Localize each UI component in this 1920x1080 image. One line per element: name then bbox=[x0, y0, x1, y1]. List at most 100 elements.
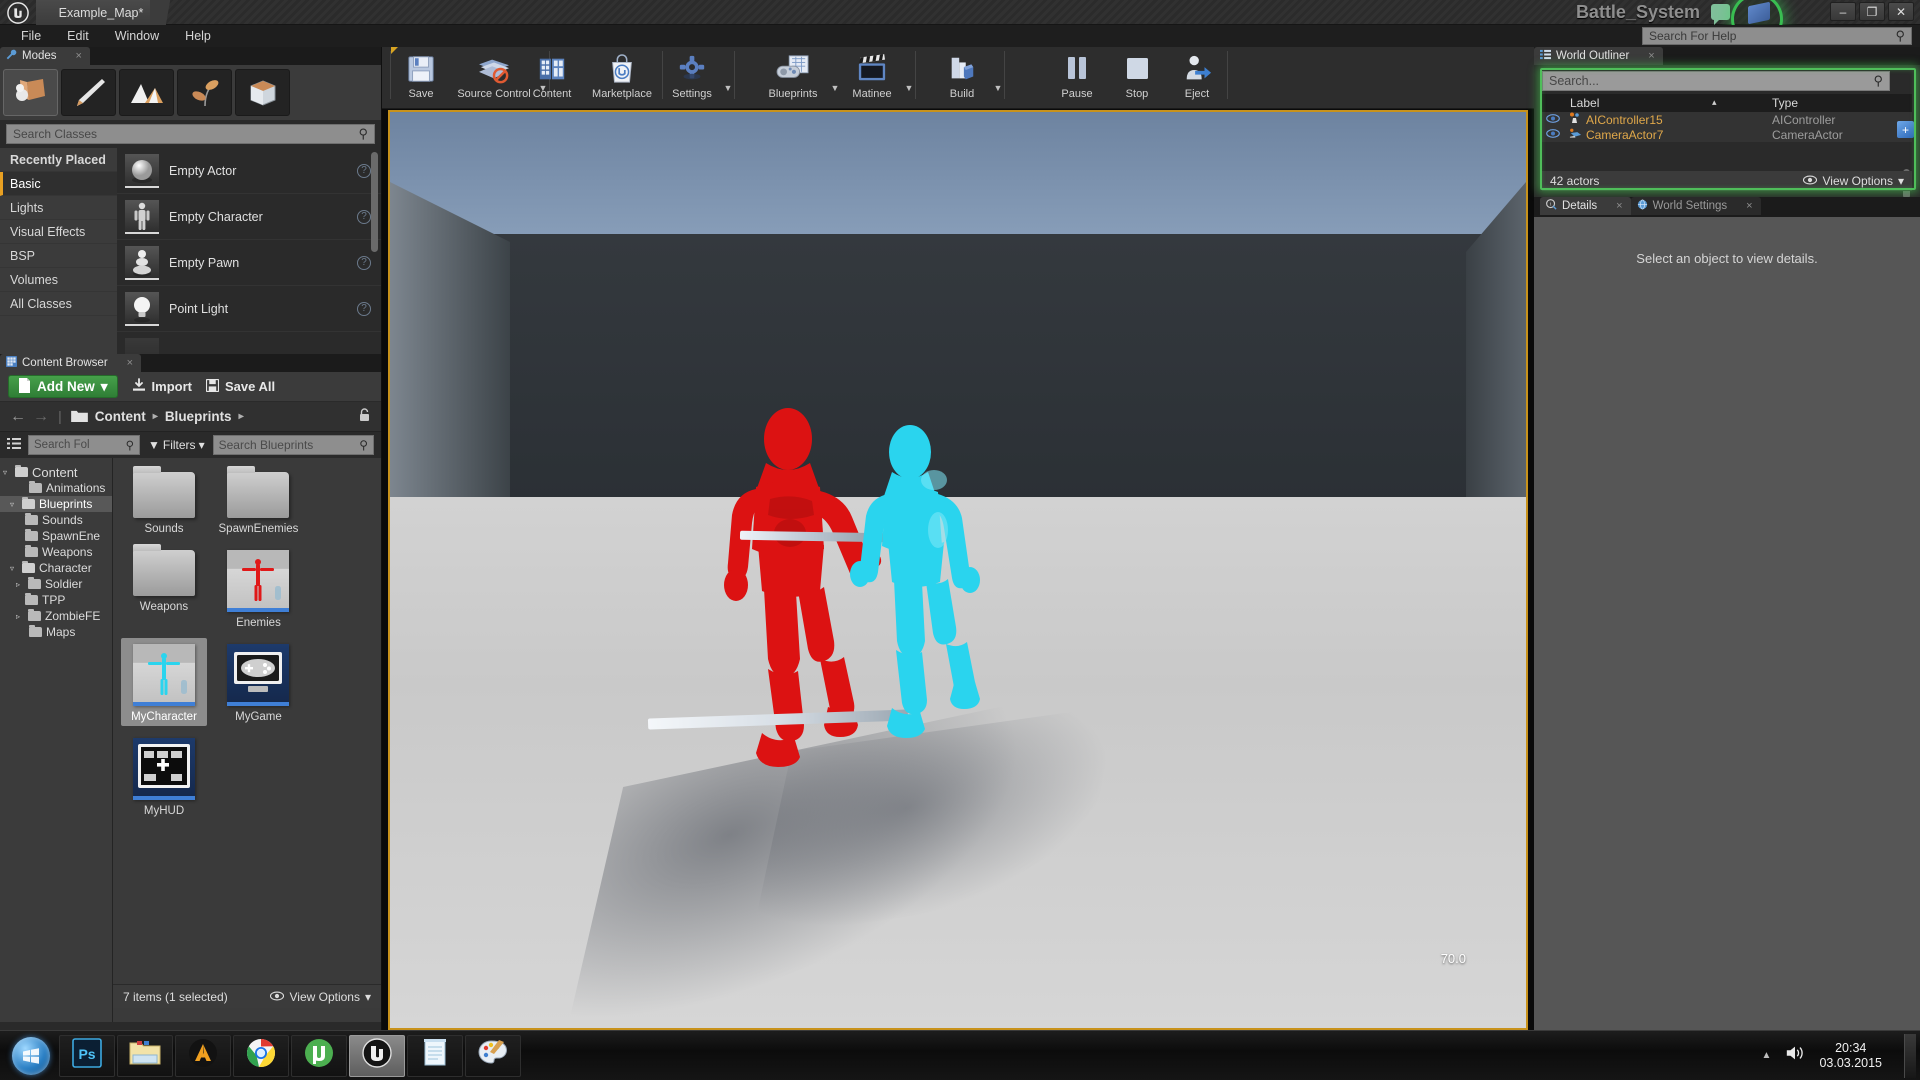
taskbar-app-paint[interactable] bbox=[465, 1034, 521, 1077]
table-row[interactable]: AIController15 AIController bbox=[1542, 112, 1912, 127]
tree-item-maps[interactable]: Maps bbox=[0, 624, 112, 640]
nav-forward-button[interactable]: → bbox=[33, 408, 49, 426]
category-visual-effects[interactable]: Visual Effects bbox=[0, 220, 117, 244]
menu-file[interactable]: File bbox=[8, 27, 54, 45]
category-bsp[interactable]: BSP bbox=[0, 244, 117, 268]
tree-item-content[interactable]: ▿ Content bbox=[0, 464, 112, 480]
asset-tile-sounds[interactable]: Sounds bbox=[121, 466, 207, 538]
taskbar-app-amd[interactable] bbox=[175, 1034, 231, 1077]
asset-tile-spawnenemies[interactable]: SpawnEnemies bbox=[215, 466, 301, 538]
taskbar-app-utorrent[interactable] bbox=[291, 1034, 347, 1077]
blueprints-button[interactable]: Blueprints bbox=[757, 47, 829, 105]
close-icon[interactable]: × bbox=[1648, 50, 1654, 62]
cyan-character[interactable] bbox=[838, 422, 1018, 822]
search-classes-input[interactable]: Search Classes ⚲ bbox=[6, 124, 375, 144]
category-recently-placed[interactable]: Recently Placed bbox=[0, 148, 117, 172]
chevron-right-icon[interactable]: ▹ bbox=[16, 580, 24, 589]
category-lights[interactable]: Lights bbox=[0, 196, 117, 220]
eject-button[interactable]: Eject bbox=[1167, 47, 1227, 105]
folder-search-input[interactable]: Search Fol ⚲ bbox=[28, 435, 140, 455]
build-button[interactable]: Build bbox=[932, 47, 992, 105]
close-icon[interactable]: × bbox=[76, 50, 82, 62]
tree-item-character[interactable]: ▿ Character bbox=[0, 560, 112, 576]
tree-item-weapons[interactable]: Weapons bbox=[0, 544, 112, 560]
asset-tile-weapons[interactable]: Weapons bbox=[121, 544, 207, 616]
menu-edit[interactable]: Edit bbox=[54, 27, 102, 45]
tree-item-zombiefe[interactable]: ▹ ZombieFE bbox=[0, 608, 112, 624]
table-row[interactable]: CameraActor7 CameraActor bbox=[1542, 127, 1912, 142]
lock-icon[interactable] bbox=[358, 408, 371, 425]
nav-back-button[interactable]: ← bbox=[10, 408, 26, 426]
tab-modes[interactable]: Modes × bbox=[0, 47, 90, 65]
taskbar-app-file-explorer[interactable] bbox=[117, 1034, 173, 1077]
close-icon[interactable]: × bbox=[127, 357, 133, 369]
asset-search-input[interactable]: Search Blueprints ⚲ bbox=[212, 435, 374, 455]
tree-item-tpp[interactable]: TPP bbox=[0, 592, 112, 608]
close-icon[interactable]: × bbox=[1746, 200, 1752, 212]
paint-mode-icon[interactable] bbox=[61, 69, 116, 116]
tab-details[interactable]: i Details × bbox=[1540, 197, 1631, 215]
chevron-down-icon[interactable]: ▿ bbox=[10, 564, 18, 573]
chevron-down-icon[interactable]: ▼ bbox=[903, 83, 915, 93]
tab-world-outliner[interactable]: World Outliner × bbox=[1534, 47, 1663, 65]
category-all-classes[interactable]: All Classes bbox=[0, 292, 117, 316]
chat-bubble-icon[interactable] bbox=[1711, 4, 1730, 25]
stop-button[interactable]: Stop bbox=[1107, 47, 1167, 105]
tree-item-spawnenemies[interactable]: SpawnEne bbox=[0, 528, 112, 544]
filters-button[interactable]: ▼ Filters ▾ bbox=[144, 438, 209, 452]
geometry-edit-mode-icon[interactable] bbox=[235, 69, 290, 116]
chevron-right-icon[interactable]: ▹ bbox=[16, 612, 24, 621]
asset-tile-myhud[interactable]: MyHUD bbox=[121, 732, 207, 820]
help-icon[interactable]: ? bbox=[357, 255, 371, 270]
menu-window[interactable]: Window bbox=[102, 27, 172, 45]
tray-expand-icon[interactable]: ▲ bbox=[1762, 1050, 1772, 1061]
help-icon[interactable]: ? bbox=[357, 209, 371, 224]
column-header-type[interactable]: Type bbox=[1772, 96, 1912, 110]
volume-icon[interactable] bbox=[1785, 1044, 1805, 1067]
minimize-button[interactable]: – bbox=[1830, 2, 1856, 21]
help-icon[interactable]: ? bbox=[357, 301, 371, 316]
chevron-down-icon[interactable]: ▼ bbox=[722, 83, 734, 93]
close-button[interactable]: ✕ bbox=[1888, 2, 1914, 21]
chevron-down-icon[interactable]: ▼ bbox=[829, 83, 841, 93]
save-all-button[interactable]: Save All bbox=[205, 378, 275, 395]
tree-item-animations[interactable]: Animations bbox=[0, 480, 112, 496]
document-tab[interactable]: Example_Map* bbox=[36, 0, 166, 25]
clock[interactable]: 20:34 03.03.2015 bbox=[1819, 1041, 1882, 1071]
pause-button[interactable]: Pause bbox=[1047, 47, 1107, 105]
list-item[interactable]: Empty Pawn ? bbox=[117, 240, 381, 286]
chevron-down-icon[interactable]: ▿ bbox=[3, 468, 11, 477]
breadcrumb-content[interactable]: Content bbox=[95, 409, 146, 424]
help-icon[interactable]: ? bbox=[357, 163, 371, 178]
menu-help[interactable]: Help bbox=[172, 27, 224, 45]
restore-button[interactable]: ❐ bbox=[1859, 2, 1885, 21]
list-item[interactable]: Empty Character ? bbox=[117, 194, 381, 240]
help-search-input[interactable]: Search For Help ⚲ bbox=[1642, 27, 1912, 45]
chevron-down-icon[interactable]: ▿ bbox=[10, 500, 18, 509]
category-volumes[interactable]: Volumes bbox=[0, 268, 117, 292]
foliage-mode-icon[interactable] bbox=[177, 69, 232, 116]
show-desktop-button[interactable] bbox=[1904, 1033, 1916, 1078]
settings-button[interactable]: Settings bbox=[662, 47, 722, 105]
outliner-search-input[interactable]: Search... ⚲ bbox=[1542, 71, 1890, 91]
level-viewport[interactable]: 70.0 bbox=[388, 110, 1528, 1030]
tree-item-blueprints[interactable]: ▿ Blueprints bbox=[0, 496, 112, 512]
start-button[interactable] bbox=[4, 1034, 58, 1078]
scrollbar-vertical[interactable] bbox=[371, 152, 378, 252]
list-item[interactable]: Empty Actor ? bbox=[117, 148, 381, 194]
visibility-eye-icon[interactable] bbox=[1542, 113, 1564, 126]
save-button[interactable]: Save bbox=[391, 47, 451, 105]
close-icon[interactable]: × bbox=[1616, 200, 1622, 212]
taskbar-app-photoshop[interactable]: Ps bbox=[59, 1034, 115, 1077]
chevron-down-icon[interactable]: ▼ bbox=[992, 83, 1004, 93]
taskbar-app-notepad[interactable] bbox=[407, 1034, 463, 1077]
visibility-eye-icon[interactable] bbox=[1542, 128, 1564, 141]
place-mode-icon[interactable] bbox=[3, 69, 58, 116]
view-options-button[interactable]: View Options ▾ bbox=[1803, 174, 1904, 188]
list-item[interactable]: Point Light ? bbox=[117, 286, 381, 332]
breadcrumb-blueprints[interactable]: Blueprints bbox=[165, 409, 232, 424]
add-new-button[interactable]: Add New ▾ bbox=[8, 375, 118, 398]
matinee-button[interactable]: Matinee bbox=[841, 47, 903, 105]
tree-item-soldier[interactable]: ▹ Soldier bbox=[0, 576, 112, 592]
category-basic[interactable]: Basic bbox=[0, 172, 117, 196]
